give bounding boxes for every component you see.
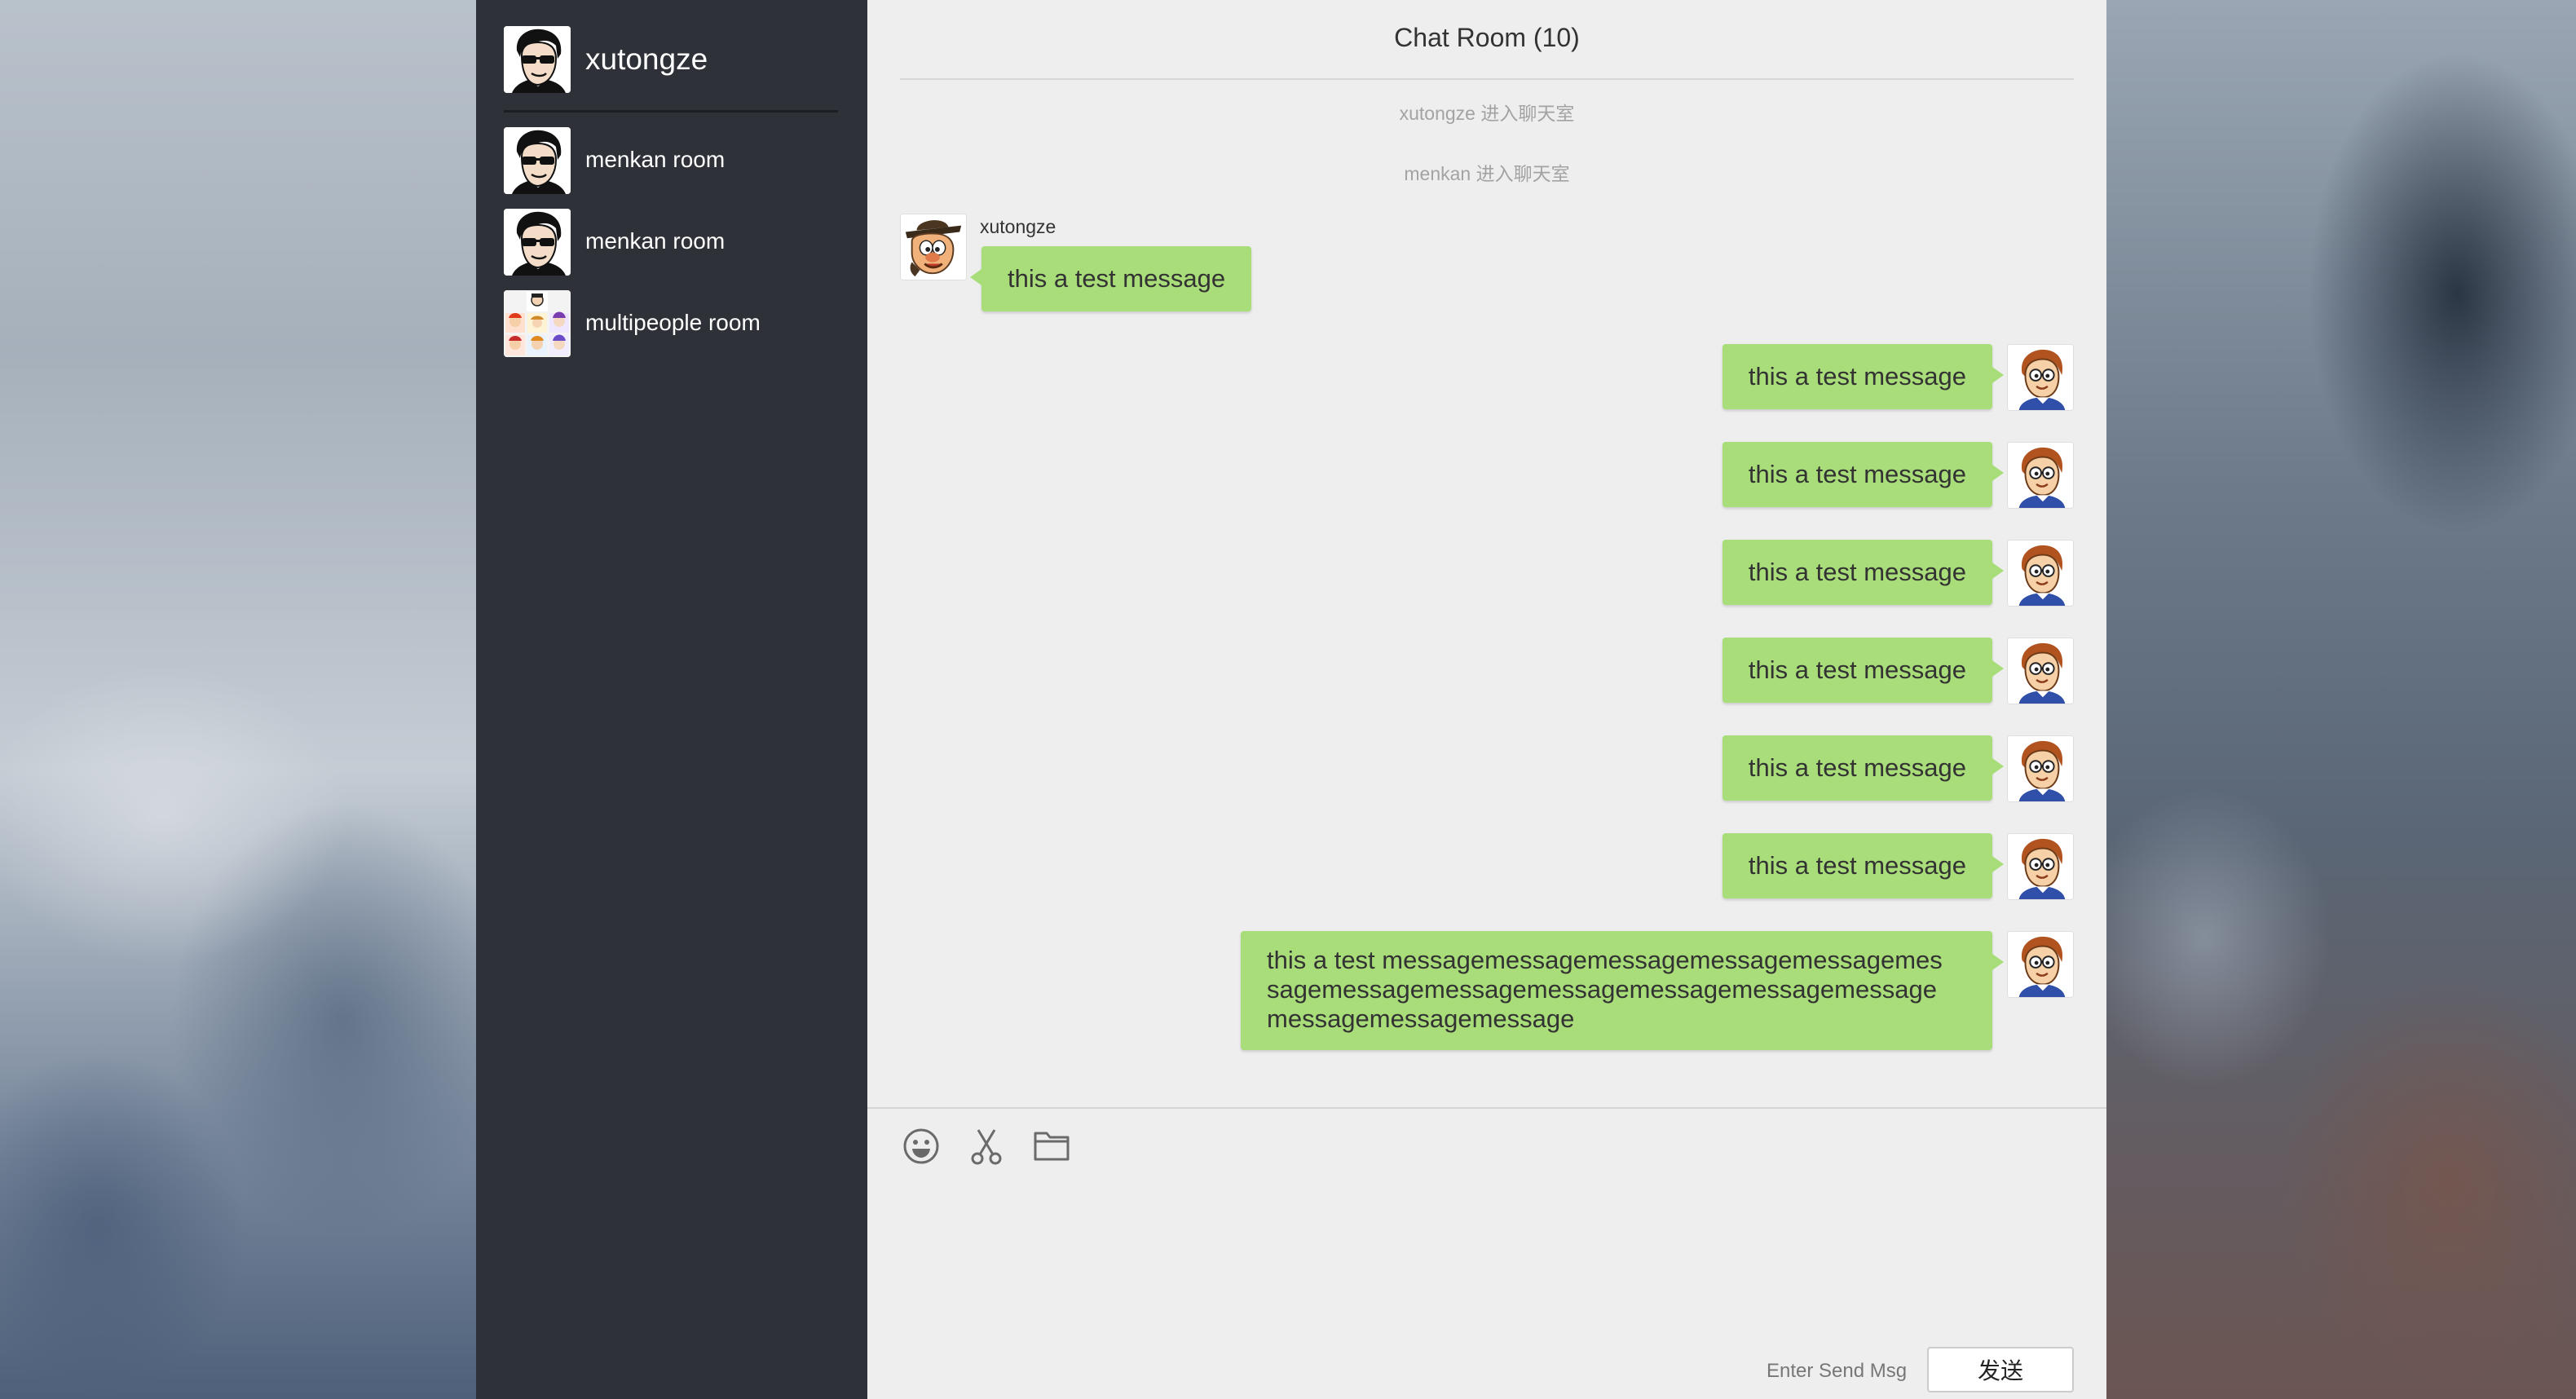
folder-icon[interactable] — [1027, 1122, 1076, 1171]
outgoing-message-bubble: this a test message — [1722, 833, 2005, 898]
chat-title: Chat Room (10) — [1394, 23, 1580, 52]
room-name: menkan room — [585, 228, 726, 254]
outgoing-message-bubble: this a test message — [1722, 344, 2005, 409]
message-composer: Enter Send Msg 发送 — [867, 1107, 2106, 1399]
sunglasses-man-avatar-icon — [504, 209, 571, 276]
message-input[interactable] — [900, 1182, 2074, 1329]
system-message: xutongze 进入聊天室 — [1399, 103, 1575, 124]
chat-panel: Chat Room (10) xutongze 进入聊天室 menkan 进入聊… — [867, 0, 2106, 1399]
cartoon-glasses-boy-avatar-icon[interactable] — [2007, 540, 2074, 607]
incoming-message-bubble: this a test message — [969, 246, 1252, 311]
cartoon-glasses-boy-avatar-icon[interactable] — [2007, 344, 2074, 411]
message-line: sagemessagemessagemessagemessagemessagem… — [1267, 975, 1937, 1004]
outgoing-message-bubble: this a test message — [1722, 638, 2005, 703]
desktop-background-left — [0, 0, 476, 1399]
system-message: menkan 进入聊天室 — [1404, 163, 1570, 184]
sidebar: xutongze menkan room menkan room multipe… — [476, 0, 867, 1399]
outgoing-message-bubble: this a test message — [1722, 540, 2005, 605]
room-name: menkan room — [585, 147, 726, 172]
room-item[interactable]: menkan room — [504, 209, 846, 276]
room-item[interactable]: multipeople room — [504, 290, 846, 357]
emoji-icon[interactable] — [897, 1122, 946, 1171]
group-collage-avatar-icon — [504, 290, 571, 357]
message-line: messagemessagemessage — [1267, 1004, 1575, 1033]
cartoon-hat-man-avatar-icon[interactable] — [900, 214, 967, 280]
message-sender-name: xutongze — [980, 216, 1056, 237]
room-item[interactable]: menkan room — [504, 127, 846, 194]
room-name: multipeople room — [585, 310, 761, 335]
desktop-background-right — [2106, 0, 2576, 1399]
send-hint: Enter Send Msg — [1767, 1360, 1908, 1382]
user-name: xutongze — [585, 42, 708, 76]
message-line: this a test messagemessagemessagemessage… — [1267, 946, 1943, 974]
cartoon-glasses-boy-avatar-icon[interactable] — [2007, 735, 2074, 802]
outgoing-long-message-bubble: this a test messagemessagemessagemessage… — [1241, 931, 2004, 1050]
cartoon-glasses-boy-avatar-icon[interactable] — [2007, 442, 2074, 509]
scissors-icon[interactable] — [962, 1122, 1011, 1171]
cartoon-glasses-boy-avatar-icon[interactable] — [2007, 931, 2074, 998]
outgoing-message-bubble: this a test message — [1722, 442, 2005, 507]
cartoon-glasses-boy-avatar-icon[interactable] — [2007, 638, 2074, 704]
user-profile: xutongze — [504, 26, 838, 113]
send-button[interactable]: 发送 — [1927, 1347, 2074, 1392]
sunglasses-man-avatar-icon — [504, 127, 571, 194]
cartoon-glasses-boy-avatar-icon[interactable] — [2007, 833, 2074, 900]
outgoing-message-bubble: this a test message — [1722, 735, 2005, 801]
chat-header: Chat Room (10) — [900, 0, 2074, 80]
sunglasses-man-avatar-icon — [504, 26, 571, 93]
